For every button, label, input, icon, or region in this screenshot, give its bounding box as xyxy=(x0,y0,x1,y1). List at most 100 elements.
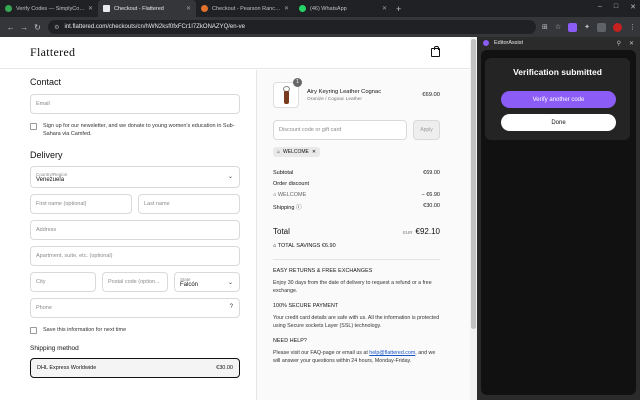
help-question-icon[interactable]: ? xyxy=(230,304,233,310)
postal-code-field[interactable]: Postal code (option... xyxy=(102,272,168,292)
save-info-label: Save this information for next time xyxy=(43,327,127,333)
shipping-label: Shipping xyxy=(273,205,295,211)
first-name-field[interactable]: First name (optional) xyxy=(30,194,132,214)
discount-placeholder: Discount code or gift card xyxy=(279,127,342,133)
discount-code-input[interactable]: Discount code or gift card xyxy=(273,120,407,140)
store-logo[interactable]: Flattered xyxy=(30,45,75,60)
extensions-puzzle-icon[interactable]: ✦ xyxy=(584,23,590,31)
order-discount-label: Order discount xyxy=(273,181,310,187)
back-arrow-icon[interactable]: ← xyxy=(4,23,17,32)
apply-discount-button[interactable]: Apply xyxy=(413,120,440,140)
save-info-checkbox[interactable] xyxy=(30,327,37,334)
newsletter-label: Sign up for our newsletter, and we donat… xyxy=(43,123,235,137)
tab-simplycodes[interactable]: Verify Codes — SimplyCodes ✕ xyxy=(0,0,98,17)
tab-whatsapp[interactable]: (46) WhatsApp ✕ xyxy=(294,0,392,17)
tab-title: (46) WhatsApp xyxy=(310,5,347,12)
translate-icon[interactable]: ⊞ xyxy=(542,23,548,31)
menu-dots-icon[interactable]: ⋮ xyxy=(629,23,636,31)
delivery-heading: Delivery xyxy=(30,150,63,160)
need-help-text-start: Please visit our FAQ-page or email us at xyxy=(273,350,370,356)
close-tab-icon[interactable]: ✕ xyxy=(186,5,191,12)
shopping-bag-icon[interactable] xyxy=(431,46,440,57)
close-panel-icon[interactable]: ✕ xyxy=(629,40,634,47)
close-tab-icon[interactable]: ✕ xyxy=(382,5,387,12)
secure-payment-heading: 100% SECURE PAYMENT xyxy=(273,303,339,309)
total-savings: ⌂ TOTAL SAVINGS €6.90 xyxy=(273,243,440,249)
verification-title: Verification submitted xyxy=(513,67,602,77)
address-field[interactable]: Address xyxy=(30,220,240,240)
verification-card: Verification submitted Verify another co… xyxy=(485,58,630,140)
url-text: int.flattered.com/checkouts/cn/hWN2ksf0f… xyxy=(64,24,245,30)
apartment-placeholder: Apartment, suite, etc. (optional) xyxy=(36,253,113,259)
city-field[interactable]: City xyxy=(30,272,96,292)
need-help-heading: NEED HELP? xyxy=(273,338,307,344)
applied-discount-tag: ⌂ WELCOME ✕ xyxy=(273,147,321,157)
newsletter-checkbox-row[interactable]: Sign up for our newsletter, and we donat… xyxy=(30,122,240,138)
discount-row: Discount code or gift card Apply xyxy=(273,120,440,140)
verify-another-code-button[interactable]: Verify another code xyxy=(501,91,616,108)
need-help-text: Please visit our FAQ-page or email us at… xyxy=(273,349,440,365)
info-circle-icon[interactable]: ⓘ xyxy=(296,205,302,211)
editorassist-extension-icon[interactable] xyxy=(568,22,578,32)
product-price: €69.00 xyxy=(422,92,440,98)
simplycodes-favicon-icon xyxy=(5,5,12,12)
tab-flattered-checkout[interactable]: Checkout - Flattered ✕ xyxy=(98,0,196,17)
returns-text: Enjoy 30 days from the date of delivery … xyxy=(273,280,432,294)
order-summary: 1 Airy Keyring Leather Cognac Oranize / … xyxy=(256,70,470,400)
shipping-value: €30.00 xyxy=(423,203,440,209)
remove-discount-icon[interactable]: ✕ xyxy=(312,149,316,155)
phone-field[interactable]: Phone ? xyxy=(30,298,240,318)
tab-pearson-checkout[interactable]: Checkout - Pearson Ranch Jersey ✕ xyxy=(196,0,294,17)
tab-title: Checkout - Pearson Ranch Jersey xyxy=(212,5,281,12)
apartment-field[interactable]: Apartment, suite, etc. (optional) xyxy=(30,246,240,266)
maximize-button[interactable]: □ xyxy=(614,3,618,11)
side-panel-body: Verification submitted Verify another co… xyxy=(481,50,636,395)
reload-icon[interactable]: ↻ xyxy=(31,23,44,32)
product-thumbnail: 1 xyxy=(273,78,302,108)
forward-arrow-icon[interactable]: → xyxy=(17,23,30,32)
shipping-option-dhl[interactable]: DHL Express Worldwide €30.00 xyxy=(30,358,240,378)
total-value: €92.10 xyxy=(415,227,440,236)
whatsapp-favicon-icon xyxy=(299,5,306,12)
tag-icon: ⌂ xyxy=(277,149,281,155)
contact-heading: Contact xyxy=(30,77,62,87)
total-savings-text: TOTAL SAVINGS €6.90 xyxy=(277,243,336,249)
new-tab-button[interactable]: + xyxy=(396,4,401,14)
page-scrollbar[interactable] xyxy=(470,37,477,400)
browser-tab-strip: Verify Codes — SimplyCodes ✕ Checkout - … xyxy=(0,0,640,17)
applied-code: WELCOME xyxy=(283,149,309,155)
profile-avatar-icon[interactable] xyxy=(613,22,622,32)
pearson-favicon-icon xyxy=(201,5,208,12)
save-info-checkbox-row[interactable]: Save this information for next time xyxy=(30,326,240,334)
side-panel-header: EditorAssist ⚲ ✕ xyxy=(477,37,640,49)
checkout-form: Contact Email Sign up for our newsletter… xyxy=(30,77,240,378)
city-placeholder: City xyxy=(36,279,46,285)
country-select[interactable]: Country/Region Venezuela ⌄ xyxy=(30,166,240,188)
close-tab-icon[interactable]: ✕ xyxy=(284,5,289,12)
email-field[interactable]: Email xyxy=(30,94,240,114)
subtotal-value: €69.00 xyxy=(423,170,440,176)
bookmark-star-icon[interactable]: ☆ xyxy=(555,23,561,31)
done-button[interactable]: Done xyxy=(501,114,616,131)
help-email-link[interactable]: help@flattered.com xyxy=(369,350,415,356)
quantity-badge: 1 xyxy=(293,78,302,87)
summary-divider xyxy=(273,259,440,260)
state-select[interactable]: State Falcón ⌄ xyxy=(174,272,240,292)
newsletter-checkbox[interactable] xyxy=(30,123,37,130)
checkout-page: Flattered Contact Email Sign up for our … xyxy=(0,37,470,400)
last-name-field[interactable]: Last name xyxy=(138,194,240,214)
returns-heading: EASY RETURNS & FREE EXCHANGES xyxy=(273,268,373,274)
side-panel-icon[interactable] xyxy=(597,22,606,32)
address-placeholder: Address xyxy=(36,227,57,233)
close-tab-icon[interactable]: ✕ xyxy=(88,5,93,12)
total-label: Total xyxy=(273,227,290,236)
minimize-button[interactable]: – xyxy=(598,3,602,11)
pin-icon[interactable]: ⚲ xyxy=(617,40,621,47)
scrollbar-thumb[interactable] xyxy=(471,39,476,329)
total-row: Total EUR €92.10 xyxy=(273,221,440,239)
site-info-icon[interactable]: ⚙ xyxy=(54,24,59,31)
chevron-down-icon: ⌄ xyxy=(227,280,233,286)
browser-toolbar: ← → ↻ ⚙ int.flattered.com/checkouts/cn/h… xyxy=(0,17,640,37)
address-bar[interactable]: ⚙ int.flattered.com/checkouts/cn/hWN2ksf… xyxy=(48,20,536,34)
close-window-button[interactable]: ✕ xyxy=(630,3,636,11)
